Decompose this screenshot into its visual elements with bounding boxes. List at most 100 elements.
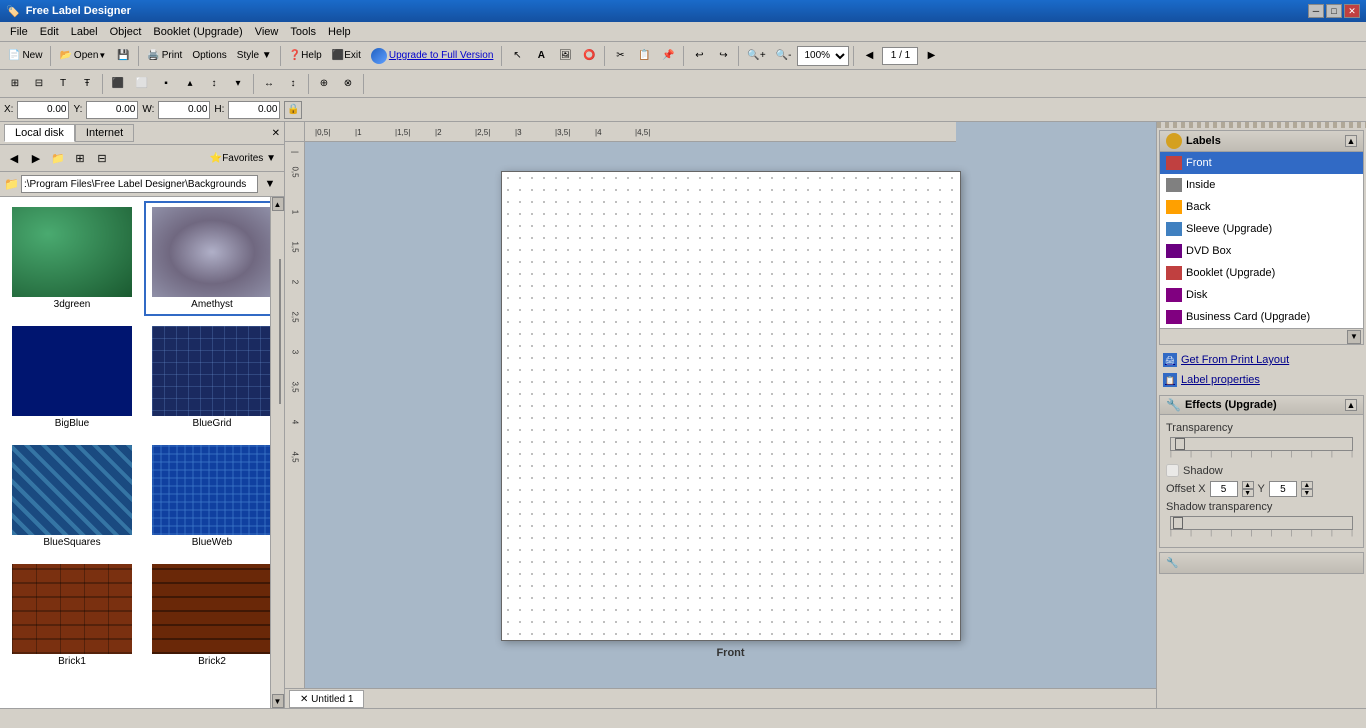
image-tool[interactable]: 🖼	[554, 45, 576, 67]
label-properties-link[interactable]: 📋 Label properties	[1163, 371, 1360, 389]
w-input[interactable]	[158, 101, 210, 119]
shadow-transparency-track[interactable]	[1170, 516, 1353, 530]
scroll-thumb[interactable]	[279, 259, 281, 404]
labels-scroll-btn[interactable]: ▼	[1347, 330, 1361, 344]
shape-tool[interactable]: ⭕	[578, 45, 600, 67]
next-page[interactable]: ▶	[920, 45, 942, 67]
sidebar-item-inside[interactable]: Inside	[1160, 174, 1363, 196]
list-item[interactable]: BlueSquares	[4, 439, 140, 554]
ungroup[interactable]: ⊗	[337, 73, 359, 95]
list-item[interactable]: BigBlue	[4, 320, 140, 435]
exit-button[interactable]: ⬛ Exit	[328, 45, 365, 67]
tab-internet[interactable]: Internet	[75, 124, 134, 142]
shadow-checkbox[interactable]	[1166, 464, 1179, 477]
obj-btn2[interactable]: ⊟	[28, 73, 50, 95]
sidebar-item-booklet[interactable]: Booklet (Upgrade)	[1160, 262, 1363, 284]
transparency-thumb[interactable]	[1175, 438, 1185, 450]
open-button[interactable]: 📂 Open ▼	[55, 45, 110, 67]
offset-x-input[interactable]	[1210, 481, 1238, 497]
sidebar-item-sleeve[interactable]: Sleeve (Upgrade)	[1160, 218, 1363, 240]
get-from-print-link[interactable]: 🖨 Get From Print Layout	[1163, 351, 1360, 369]
upgrade-button[interactable]: Upgrade to Full Version	[367, 45, 498, 67]
list-item[interactable]: 3dgreen	[4, 201, 140, 316]
panel-close[interactable]: ✕	[272, 128, 280, 139]
menu-tools[interactable]: Tools	[284, 24, 322, 40]
obj-btn1[interactable]: ⊞	[4, 73, 26, 95]
style-button[interactable]: Style ▼	[233, 45, 276, 67]
list-item[interactable]: BlueGrid	[144, 320, 280, 435]
back-button[interactable]: ◀	[4, 148, 24, 168]
obj-btn3[interactable]: T	[52, 73, 74, 95]
flip-v[interactable]: ↕	[282, 73, 304, 95]
menu-help[interactable]: Help	[322, 24, 357, 40]
h-input[interactable]	[228, 101, 280, 119]
text-tool[interactable]: A	[530, 45, 552, 67]
menu-edit[interactable]: Edit	[34, 24, 65, 40]
zoom-dropdown[interactable]: 100% 75% 50% 150% 200%	[797, 46, 849, 66]
offset-y-down[interactable]: ▼	[1301, 489, 1313, 497]
align-left[interactable]: ⬛	[107, 73, 129, 95]
sidebar-item-back[interactable]: Back	[1160, 196, 1363, 218]
list-item[interactable]: BlueWeb	[144, 439, 280, 554]
sidebar-item-dvd[interactable]: DVD Box	[1160, 240, 1363, 262]
favorites-button[interactable]: ⭐ Favorites ▼	[206, 147, 280, 169]
print-button[interactable]: 🖨️ Print	[143, 45, 186, 67]
nav-btn5[interactable]: ⊟	[92, 148, 112, 168]
file-list-scrollbar[interactable]: ▲ ▼	[270, 197, 284, 708]
sidebar-item-bizcard[interactable]: Business Card (Upgrade)	[1160, 306, 1363, 328]
save-button[interactable]: 💾	[112, 45, 134, 67]
page-indicator[interactable]	[882, 47, 918, 65]
menu-label[interactable]: Label	[65, 24, 104, 40]
align-bottom[interactable]: ▾	[227, 73, 249, 95]
menu-file[interactable]: File	[4, 24, 34, 40]
offset-y-input[interactable]	[1269, 481, 1297, 497]
align-right[interactable]: ▪	[155, 73, 177, 95]
forward-button[interactable]: ▶	[26, 148, 46, 168]
path-dropdown[interactable]: ▼	[260, 174, 280, 194]
menu-object[interactable]: Object	[104, 24, 148, 40]
help-button[interactable]: ❓ Help	[285, 45, 326, 67]
scroll-up[interactable]: ▲	[272, 197, 284, 211]
path-input[interactable]	[21, 175, 258, 193]
menu-booklet[interactable]: Booklet (Upgrade)	[147, 24, 248, 40]
zoom-out-button[interactable]: 🔍-	[772, 45, 796, 67]
undo-button[interactable]: ↩	[688, 45, 710, 67]
options-button[interactable]: Options	[188, 45, 230, 67]
y-input[interactable]	[86, 101, 138, 119]
group[interactable]: ⊕	[313, 73, 335, 95]
offset-x-down[interactable]: ▼	[1242, 489, 1254, 497]
tab-localdisk[interactable]: Local disk	[4, 124, 75, 142]
paste-button[interactable]: 📌	[657, 45, 679, 67]
prev-page[interactable]: ◀	[858, 45, 880, 67]
labels-collapse[interactable]: ▲	[1345, 135, 1357, 147]
transparency-track[interactable]	[1170, 437, 1353, 451]
canvas-tab-untitled[interactable]: ✕ Untitled 1	[289, 690, 364, 708]
shadow-transparency-thumb[interactable]	[1173, 517, 1183, 529]
sidebar-item-front[interactable]: Front	[1160, 152, 1363, 174]
cut-button[interactable]: ✂	[609, 45, 631, 67]
effects-collapse[interactable]: ▲	[1345, 399, 1357, 411]
align-center[interactable]: ⬜	[131, 73, 153, 95]
select-tool[interactable]: ↖	[506, 45, 528, 67]
lock-button[interactable]: 🔒	[284, 101, 302, 119]
obj-btn4[interactable]: Ŧ	[76, 73, 98, 95]
minimize-button[interactable]: ─	[1308, 4, 1324, 18]
list-item[interactable]: Brick2	[144, 558, 280, 673]
view-toggle[interactable]: ⊞	[70, 148, 90, 168]
close-button[interactable]: ✕	[1344, 4, 1360, 18]
up-button[interactable]: 📁	[48, 148, 68, 168]
align-top[interactable]: ▴	[179, 73, 201, 95]
sidebar-item-disk[interactable]: Disk	[1160, 284, 1363, 306]
redo-button[interactable]: ↪	[712, 45, 734, 67]
align-vcenter[interactable]: ↕	[203, 73, 225, 95]
copy-button[interactable]: 📋	[633, 45, 655, 67]
list-item[interactable]: Brick1	[4, 558, 140, 673]
list-item[interactable]: Amethyst	[144, 201, 280, 316]
scroll-down[interactable]: ▼	[272, 694, 284, 708]
maximize-button[interactable]: □	[1326, 4, 1342, 18]
zoom-in-button[interactable]: 🔍+	[743, 45, 769, 67]
offset-y-up[interactable]: ▲	[1301, 481, 1313, 489]
x-input[interactable]	[17, 101, 69, 119]
flip-h[interactable]: ↔	[258, 73, 280, 95]
new-button[interactable]: 📄 New	[4, 45, 46, 67]
